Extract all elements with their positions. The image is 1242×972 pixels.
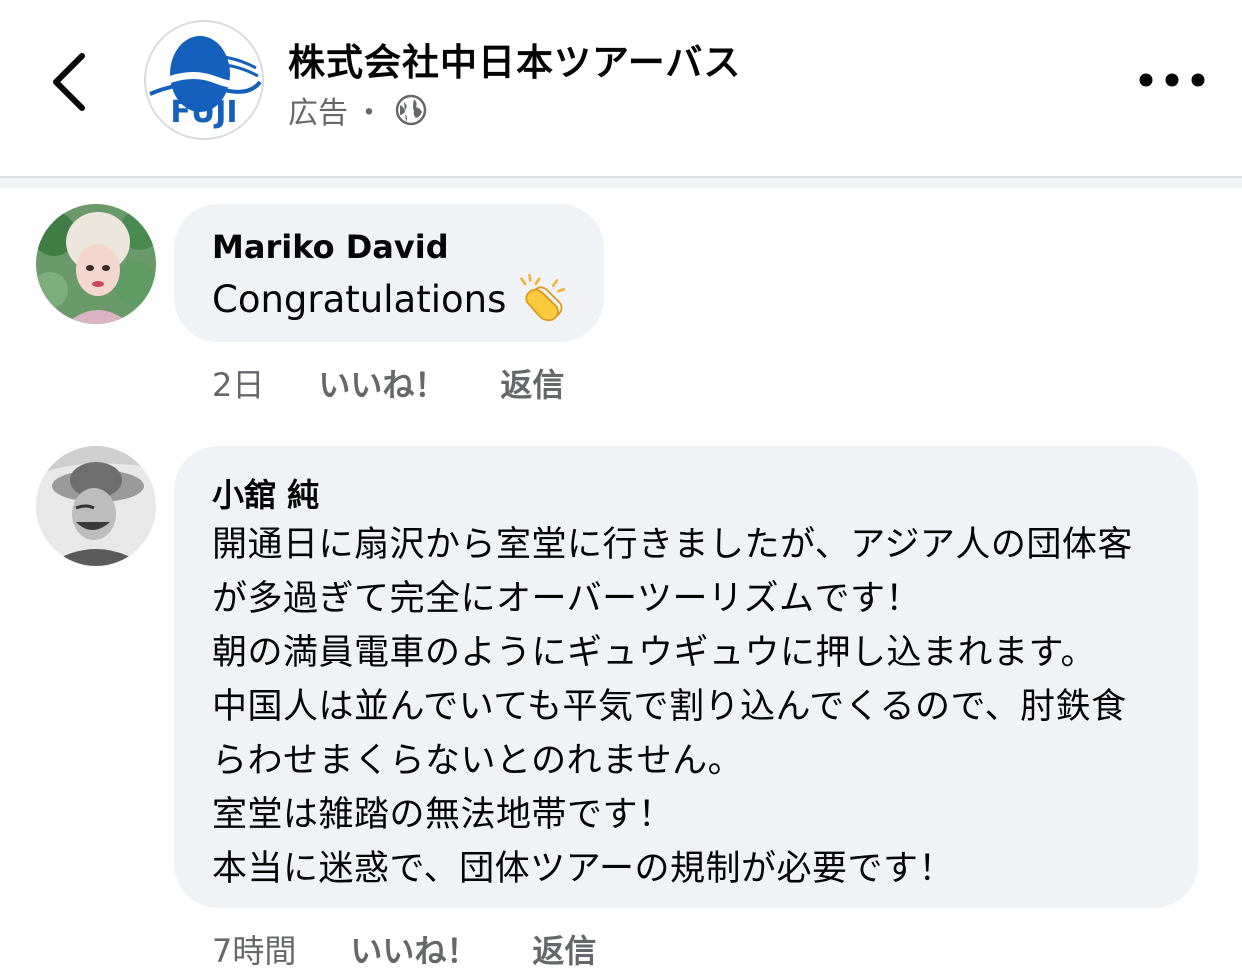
page-name[interactable]: 株式会社中日本ツアーバス xyxy=(288,32,741,86)
user-avatar-image xyxy=(36,446,156,566)
post-header: FUJI 株式会社中日本ツアーバス 広告 ・ xyxy=(0,0,1242,176)
svg-text:FUJI: FUJI xyxy=(170,95,237,130)
comment-text-row: Congratulations xyxy=(212,272,566,326)
comment-actions: 2日 いいね！ 返信 xyxy=(212,360,564,406)
avatar[interactable] xyxy=(36,446,156,566)
sponsored-label: 広告 xyxy=(288,96,348,131)
comment-actions: 7時間 いいね！ 返信 xyxy=(212,926,596,972)
comment-bubble: 小舘 純 開通日に扇沢から室堂に行きましたが、アジア人の団体客 が多過ぎて完全に… xyxy=(174,446,1198,908)
header-divider-shadow xyxy=(0,178,1242,188)
comment-text: Congratulations xyxy=(212,277,507,321)
more-options-button[interactable] xyxy=(1134,60,1210,100)
comment-line: 中国人は並んでいても平気で割り込んでくるので、肘鉄食 xyxy=(212,687,1127,727)
comment-line: らわせまくらないとのれません。 xyxy=(212,741,744,781)
comment-time[interactable]: 2日 xyxy=(212,360,264,406)
comment-bubble: Mariko David Congratulations xyxy=(174,204,604,342)
page-logo[interactable]: FUJI xyxy=(144,20,264,140)
comment-line: 本当に迷惑で、団体ツアーの規制が必要です！ xyxy=(212,849,955,889)
back-button[interactable] xyxy=(38,42,108,122)
reply-button[interactable]: 返信 xyxy=(532,926,596,972)
comment-time[interactable]: 7時間 xyxy=(212,926,296,972)
like-button[interactable]: いいね！ xyxy=(318,360,446,406)
comment-author[interactable]: Mariko David xyxy=(212,228,566,266)
reply-button[interactable]: 返信 xyxy=(500,360,564,406)
comment-line: 開通日に扇沢から室堂に行きましたが、アジア人の団体客 xyxy=(212,525,1133,565)
globe-icon xyxy=(395,94,427,126)
comment-author[interactable]: 小舘 純 xyxy=(212,470,1160,516)
clapping-hands-icon xyxy=(520,273,566,322)
post-meta: 広告 ・ xyxy=(288,88,428,132)
avatar[interactable] xyxy=(36,204,156,324)
chevron-left-icon xyxy=(53,53,85,111)
user-avatar-image xyxy=(36,204,156,324)
separator: ・ xyxy=(354,96,384,131)
comment-line: が多過ぎて完全にオーバーツーリズムです！ xyxy=(212,579,921,619)
more-dots-icon xyxy=(1139,73,1205,87)
comment-line: 朝の満員電車のようにギュウギュウに押し込まれます。 xyxy=(212,633,1097,673)
comment-line: 室堂は雑踏の無法地帯です！ xyxy=(212,795,674,835)
fuji-logo-icon: FUJI xyxy=(146,22,262,138)
like-button[interactable]: いいね！ xyxy=(350,926,478,972)
